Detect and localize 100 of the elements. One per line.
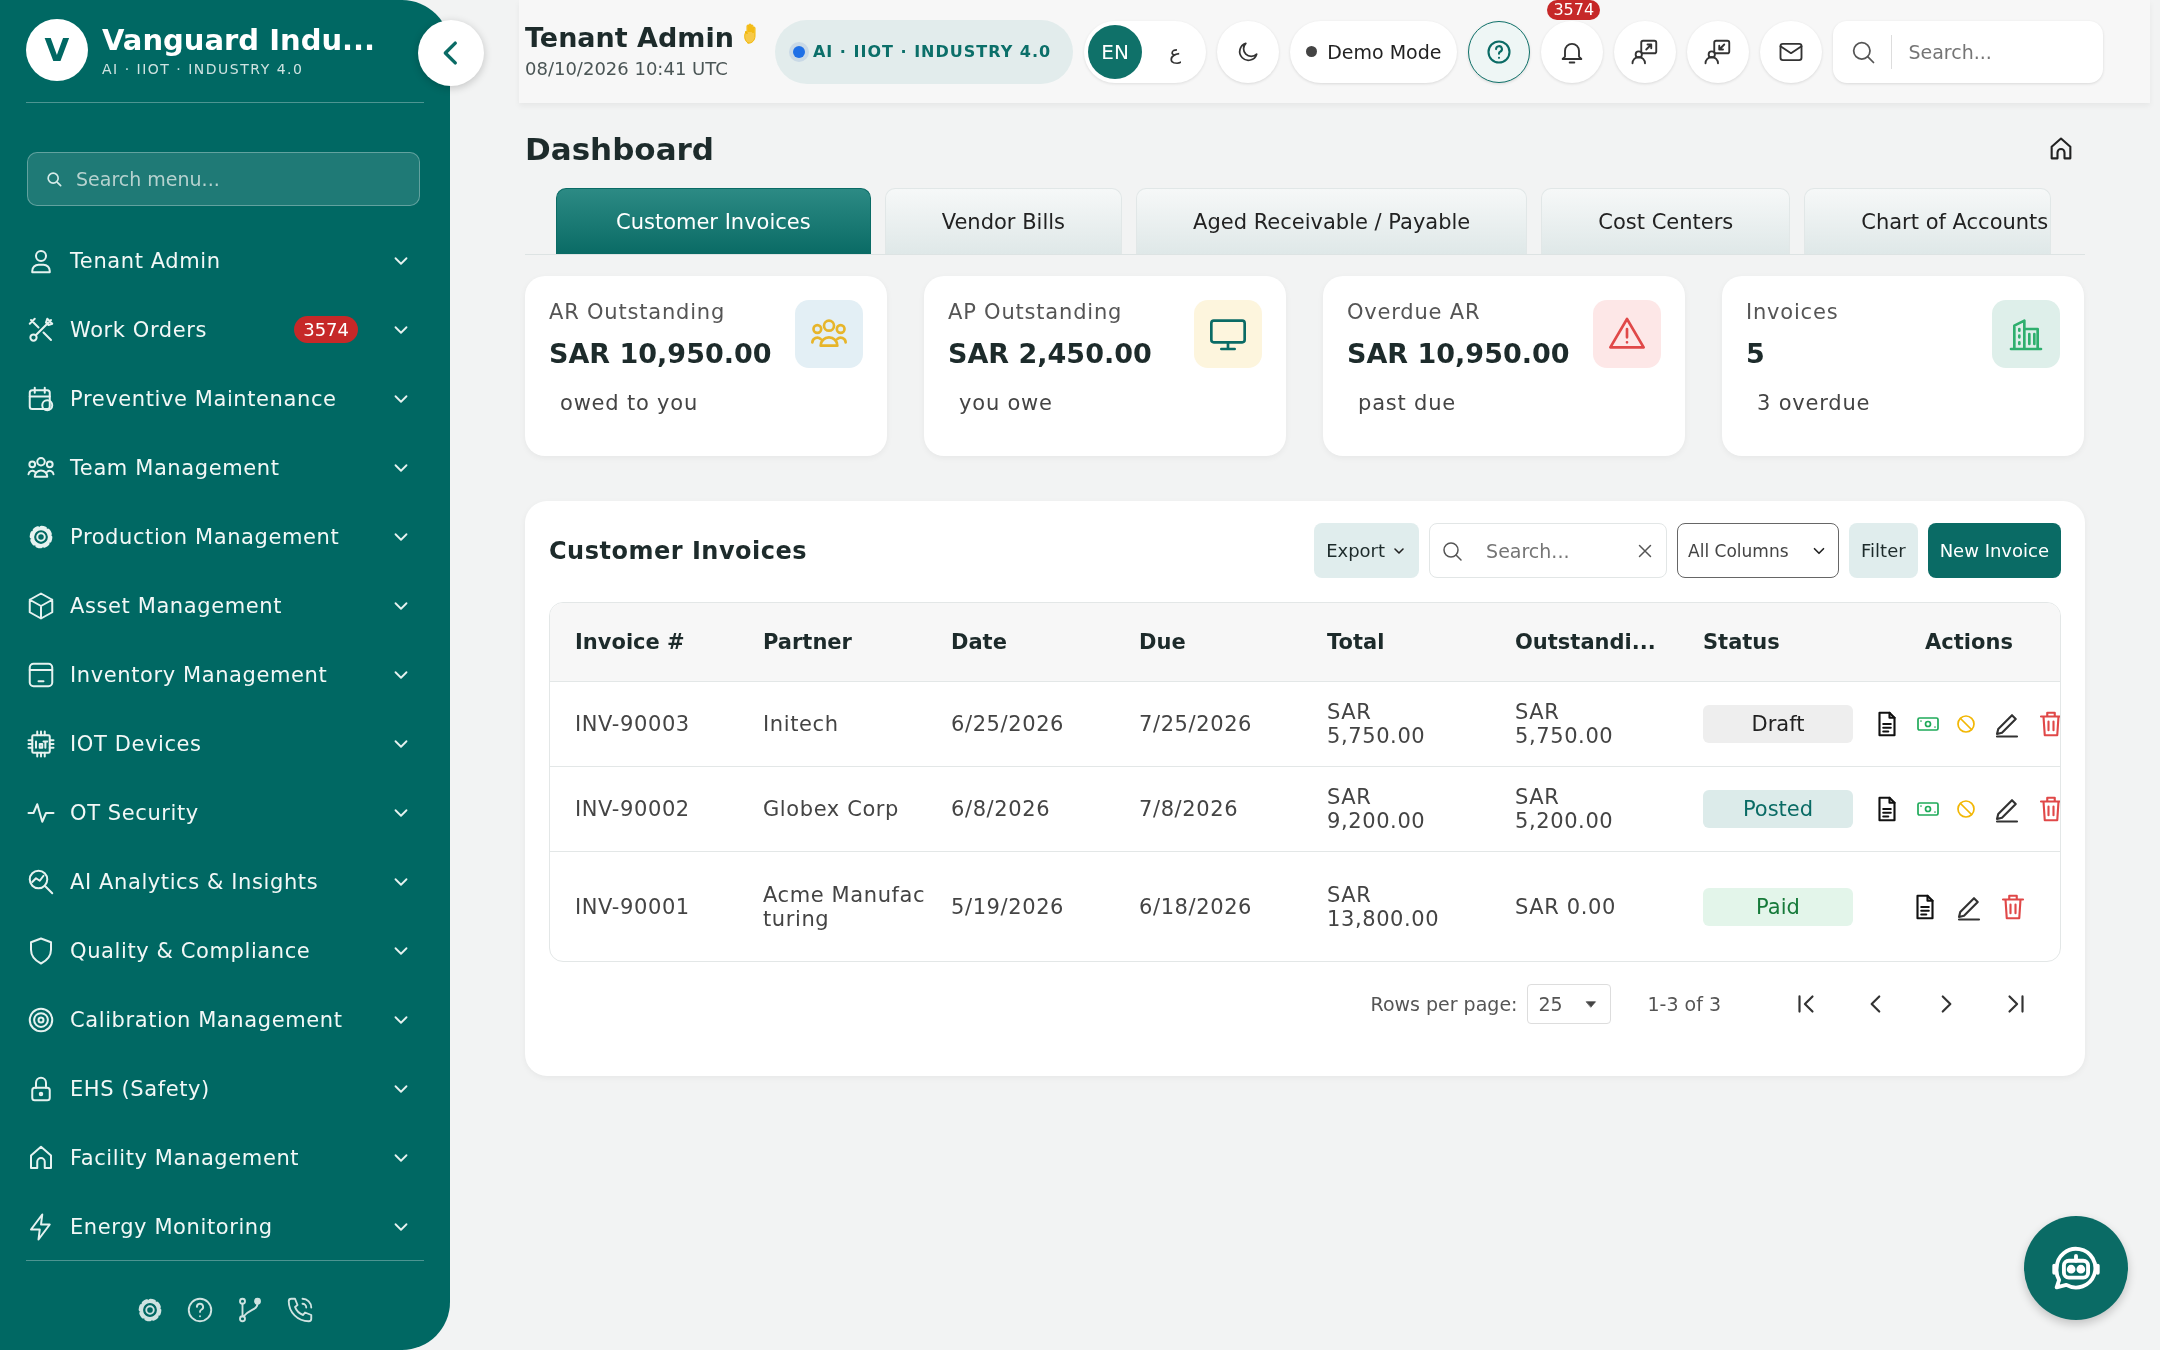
collapse-button[interactable]: [418, 20, 484, 86]
rows-per-page-select[interactable]: 25: [1527, 984, 1612, 1024]
sidebar-item[interactable]: Preventive Maintenance: [26, 364, 424, 433]
sidebar-item[interactable]: OT Security: [26, 778, 424, 847]
tab[interactable]: Vendor Bills: [884, 188, 1122, 254]
sidebar-item[interactable]: Asset Management: [26, 571, 424, 640]
column-header: Actions: [1924, 630, 2014, 654]
status-badge: Posted: [1703, 790, 1853, 828]
sidebar-item-label: EHS (Safety): [70, 1076, 211, 1101]
menu-search-input[interactable]: Search menu...: [74, 167, 374, 191]
demo-mode-label: Demo Mode: [1327, 40, 1442, 63]
chat-assistant-button[interactable]: [2024, 1216, 2128, 1320]
phone-button[interactable]: [285, 1295, 315, 1325]
table-cell-text: 6/25/2026: [951, 712, 1066, 736]
phone-icon: [285, 1295, 315, 1325]
chip-icon: [26, 728, 56, 759]
sidebar-item-label: Quality & Compliance: [70, 938, 312, 963]
language-option[interactable]: EN: [1088, 24, 1143, 79]
table-cell-text: 6/18/2026: [1139, 894, 1254, 919]
column-select[interactable]: All Columns: [1677, 523, 1840, 578]
table-cell-text: SAR 5,750.00: [1515, 700, 1615, 748]
new-invoice-button[interactable]: New Invoice: [1927, 523, 2061, 578]
stat-note: owed to you: [560, 391, 700, 415]
stat-value: SAR 10,950.00: [549, 338, 772, 369]
sidebar-item[interactable]: Quality & Compliance: [26, 916, 424, 985]
stat-label: Invoices: [1746, 300, 1840, 324]
status-dot: [792, 45, 805, 58]
sidebar-item[interactable]: EHS (Safety): [26, 1054, 424, 1123]
brand-tagline: AI · IIOT · INDUSTRY 4.0: [102, 61, 305, 77]
sidebar-item-label: OT Security: [70, 800, 200, 825]
tab[interactable]: Aged Receivable / Payable: [1136, 188, 1528, 254]
table-cell-text: 7/8/2026: [1139, 797, 1240, 821]
table-cell-text: 6/8/2026: [951, 797, 1052, 821]
sidebar-item[interactable]: Inventory Management: [26, 640, 424, 709]
sidebar-item-label: Calibration Management: [70, 1007, 344, 1032]
stat-value: SAR 10,950.00: [1347, 338, 1570, 369]
sidebar-item[interactable]: Calibration Management: [26, 985, 424, 1054]
table-cell-text: Initech: [763, 712, 840, 736]
sidebar-item-label: AI Analytics & Insights: [70, 869, 320, 894]
sidebar-item-label: Preventive Maintenance: [70, 386, 338, 411]
stat-label: AR Outstanding: [549, 300, 727, 324]
sidebar-item-label: IOT Devices: [70, 731, 203, 756]
page-title: Dashboard: [525, 131, 715, 167]
table-cell-text: INV-90001: [575, 894, 691, 919]
stat-value: 5: [1746, 338, 1766, 369]
help-button[interactable]: [185, 1295, 215, 1325]
sidebar-item-label: Energy Monitoring: [70, 1214, 274, 1239]
demo-mode-button[interactable]: Demo Mode: [1290, 20, 1458, 83]
stat-note: past due: [1358, 391, 1457, 415]
sidebar-item-label: Tenant Admin: [70, 248, 222, 273]
help-icon: [185, 1295, 215, 1325]
table-cell-text: SAR 9,200.00: [1327, 785, 1427, 833]
sidebar-item-label: Production Management: [70, 524, 341, 549]
stat-value: SAR 2,450.00: [948, 338, 1152, 369]
search-box[interactable]: Search...: [1833, 20, 2104, 83]
ban-icon: [1954, 797, 1978, 821]
tab[interactable]: Cost Centers: [1541, 188, 1791, 254]
brand-name: Vanguard Indu...: [102, 23, 376, 57]
stat-note: you owe: [959, 391, 1054, 415]
table-cell-text: 7/25/2026: [1139, 712, 1254, 736]
sidebar-item[interactable]: AI Analytics & Insights: [26, 847, 424, 916]
tab[interactable]: Chart of Accounts: [1804, 188, 2052, 254]
search-input[interactable]: Search...: [1906, 39, 2057, 64]
language-option[interactable]: ع: [1148, 24, 1203, 79]
column-header: Date: [951, 630, 1008, 654]
sidebar-item[interactable]: Production Management: [26, 502, 424, 571]
page-range: 1-3 of 3: [1647, 993, 1721, 1015]
notification-count: 3574: [1547, 0, 1601, 20]
sidebar-item[interactable]: Team Management: [26, 433, 424, 502]
rows-per-page-label: Rows per page:: [1370, 993, 1518, 1015]
status-dot: [1306, 46, 1318, 57]
stat-label: Overdue AR: [1347, 300, 1482, 324]
sidebar-item[interactable]: Work Orders 3574: [26, 295, 424, 364]
sidebar-item[interactable]: Facility Management: [26, 1123, 424, 1192]
table-cell-text: SAR 5,750.00: [1327, 700, 1427, 748]
table-cell-text: 5/19/2026: [951, 894, 1066, 919]
sidebar-item[interactable]: IOT Devices: [26, 709, 424, 778]
column-header: Invoice #: [575, 630, 686, 654]
table-cell-text: SAR 5,200.00: [1515, 785, 1615, 833]
sidebar-item-label: Work Orders: [70, 317, 209, 342]
table-cell-text: Globex Corp: [763, 797, 900, 821]
filter-button[interactable]: Filter: [1849, 523, 1918, 578]
status-badge: Draft: [1703, 705, 1853, 743]
ban-icon: [1954, 712, 1978, 736]
notifications-button[interactable]: [1541, 20, 1604, 83]
export-button[interactable]: Export: [1314, 523, 1420, 578]
logo: V: [26, 19, 88, 81]
column-header: Partner: [763, 630, 853, 654]
sidebar-item-label: Facility Management: [70, 1145, 301, 1170]
sidebar-item[interactable]: Tenant Admin: [26, 226, 424, 295]
box-icon: [26, 590, 56, 621]
sidebar-item-label: Asset Management: [70, 593, 283, 618]
menu-search-box[interactable]: Search menu...: [27, 152, 420, 206]
tab[interactable]: Customer Invoices: [556, 188, 871, 254]
tagline-text: AI · IIOT · INDUSTRY 4.0: [812, 42, 1052, 61]
stat-label: AP Outstanding: [948, 300, 1124, 324]
column-header: Outstandi...: [1515, 630, 1657, 654]
table-search-box[interactable]: Search...: [1429, 523, 1668, 578]
sidebar-item[interactable]: Energy Monitoring: [26, 1192, 424, 1260]
table-cell-text: SAR 13,800.00: [1327, 882, 1441, 931]
